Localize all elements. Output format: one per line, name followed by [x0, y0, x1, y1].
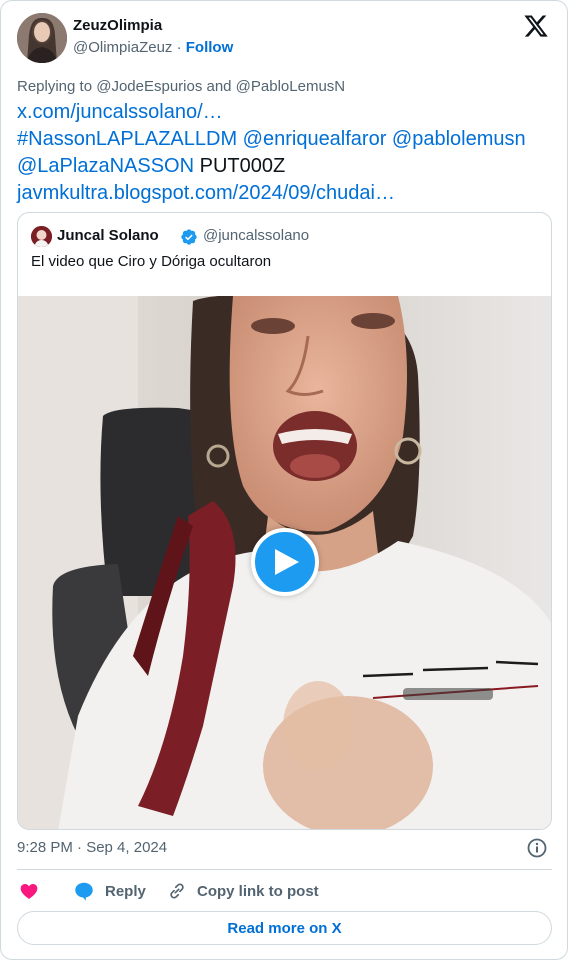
post-text-fragment: PUT000Z	[194, 155, 286, 177]
post-text: x.com/juncalssolano/… #NassonLAPLAZALLDM…	[17, 99, 557, 207]
author-avatar[interactable]	[17, 13, 67, 63]
author-handle-row: @OlimpiaZeuz · Follow	[73, 38, 233, 58]
post-actions: Reply Copy link to post	[17, 878, 552, 904]
quoted-author-handle: @juncalssolano	[203, 227, 310, 244]
external-link[interactable]: javmkultra.blogspot.com/2024/09/chudai…	[17, 180, 557, 207]
replying-to-text: Replying to @JodeEspurios and @PabloLemu…	[17, 78, 346, 95]
quoted-post-text: El video que Ciro y Dóriga ocultaron	[31, 253, 272, 270]
heart-icon	[20, 884, 38, 899]
quoted-post-link[interactable]: x.com/juncalssolano/…	[17, 99, 557, 126]
info-icon[interactable]	[527, 838, 547, 858]
play-button[interactable]	[251, 528, 319, 596]
author-display-name[interactable]: ZeuzOlimpia	[73, 16, 233, 36]
embedded-post-card: ZeuzOlimpia @OlimpiaZeuz · Follow Replyi…	[0, 0, 568, 960]
copy-link-label: Copy link to post	[197, 882, 319, 900]
reply-bubble-icon	[75, 882, 93, 901]
mention-laplaza[interactable]: @LaPlazaNASSON	[17, 155, 194, 177]
quoted-author-avatar	[31, 226, 52, 247]
post-timestamp[interactable]: 9:28 PM · Sep 4, 2024	[17, 838, 167, 858]
reply-button[interactable]: Reply	[73, 878, 146, 904]
mention-text-line: @LaPlazaNASSON PUT000Z	[17, 153, 557, 180]
author-handle[interactable]: @OlimpiaZeuz	[73, 39, 172, 56]
footer-divider	[17, 869, 552, 870]
reply-label: Reply	[105, 882, 146, 900]
author-info: ZeuzOlimpia @OlimpiaZeuz · Follow	[73, 16, 233, 58]
play-icon	[275, 549, 299, 575]
handle-separator: ·	[176, 39, 182, 56]
like-button[interactable]	[19, 878, 39, 904]
verified-badge-icon	[180, 228, 198, 246]
video-thumbnail[interactable]	[18, 296, 551, 829]
hashtag-mentions-line[interactable]: #NassonLAPLAZALLDM @enriquealfaror @pabl…	[17, 126, 557, 153]
quoted-post[interactable]: Juncal Solano @juncalssolano El video qu…	[17, 212, 552, 830]
link-icon	[170, 883, 184, 899]
read-more-button[interactable]: Read more on X	[17, 911, 552, 945]
copy-link-button[interactable]: Copy link to post	[167, 878, 319, 904]
x-logo-icon[interactable]	[523, 13, 549, 39]
follow-button[interactable]: Follow	[186, 39, 234, 56]
quoted-author-name: Juncal Solano	[57, 227, 159, 244]
